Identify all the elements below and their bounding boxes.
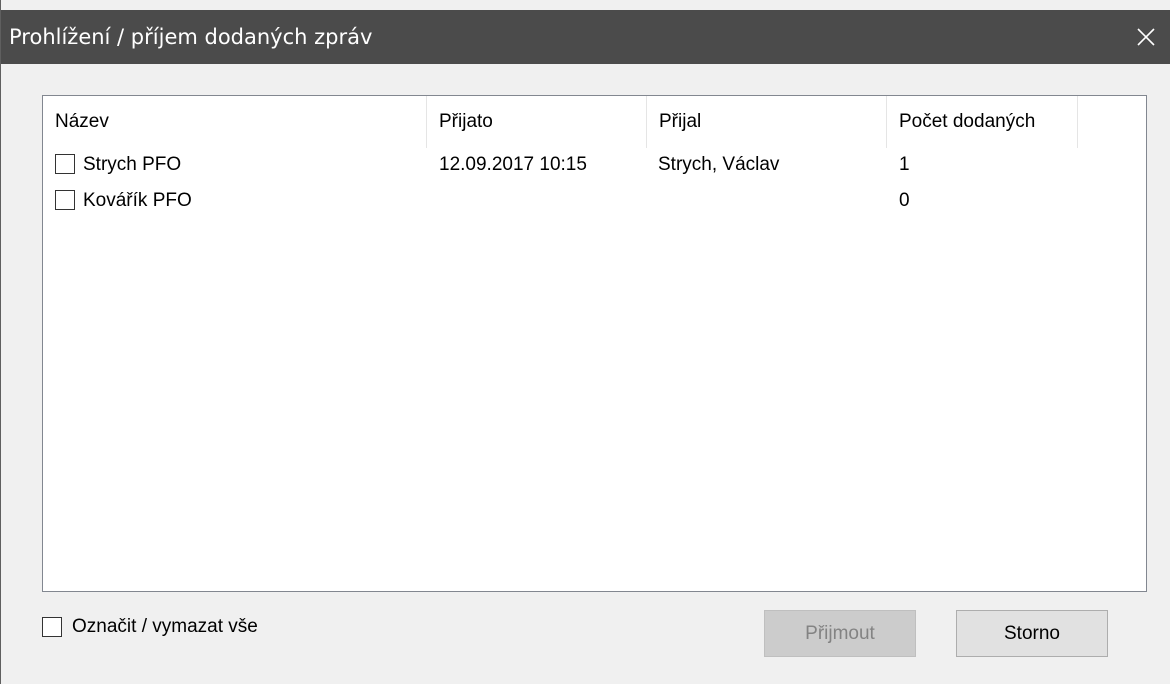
row-delivered-count: 1	[899, 154, 910, 175]
list-header: Název Přijato Přijal Počet dodaných	[43, 96, 1146, 148]
window-title: Prohlížení / příjem dodaných zpráv	[9, 25, 373, 49]
column-header-name[interactable]: Název	[43, 96, 426, 148]
column-header-received-by[interactable]: Přijal	[647, 96, 886, 148]
row-delivered-count: 0	[899, 190, 910, 211]
close-button[interactable]	[1121, 10, 1170, 64]
title-bar: Prohlížení / příjem dodaných zpráv	[1, 10, 1170, 64]
row-received: 12.09.2017 10:15	[439, 154, 587, 175]
list-item[interactable]: Strych PFO 12.09.2017 10:15 Strych, Václ…	[43, 146, 1103, 184]
select-all-checkbox[interactable]	[42, 617, 62, 637]
close-icon	[1137, 28, 1155, 46]
dialog-window: Prohlížení / příjem dodaných zpráv Název…	[0, 0, 1170, 684]
select-all-label[interactable]: Označit / vymazat vše	[72, 614, 258, 640]
row-name: Strych PFO	[83, 154, 182, 175]
cancel-button[interactable]: Storno	[956, 610, 1108, 657]
column-header-received[interactable]: Přijato	[427, 96, 646, 148]
row-checkbox[interactable]	[55, 190, 75, 210]
messages-list[interactable]: Název Přijato Přijal Počet dodaných Stry…	[42, 95, 1147, 592]
row-received-by: Strych, Václav	[658, 154, 780, 175]
row-checkbox[interactable]	[55, 154, 75, 174]
accept-button[interactable]: Přijmout	[764, 610, 916, 657]
list-item[interactable]: Kovářík PFO 0	[43, 182, 1103, 220]
column-header-delivered-count[interactable]: Počet dodaných	[887, 96, 1077, 148]
row-name: Kovářík PFO	[83, 190, 192, 211]
column-separator[interactable]	[1077, 96, 1078, 148]
